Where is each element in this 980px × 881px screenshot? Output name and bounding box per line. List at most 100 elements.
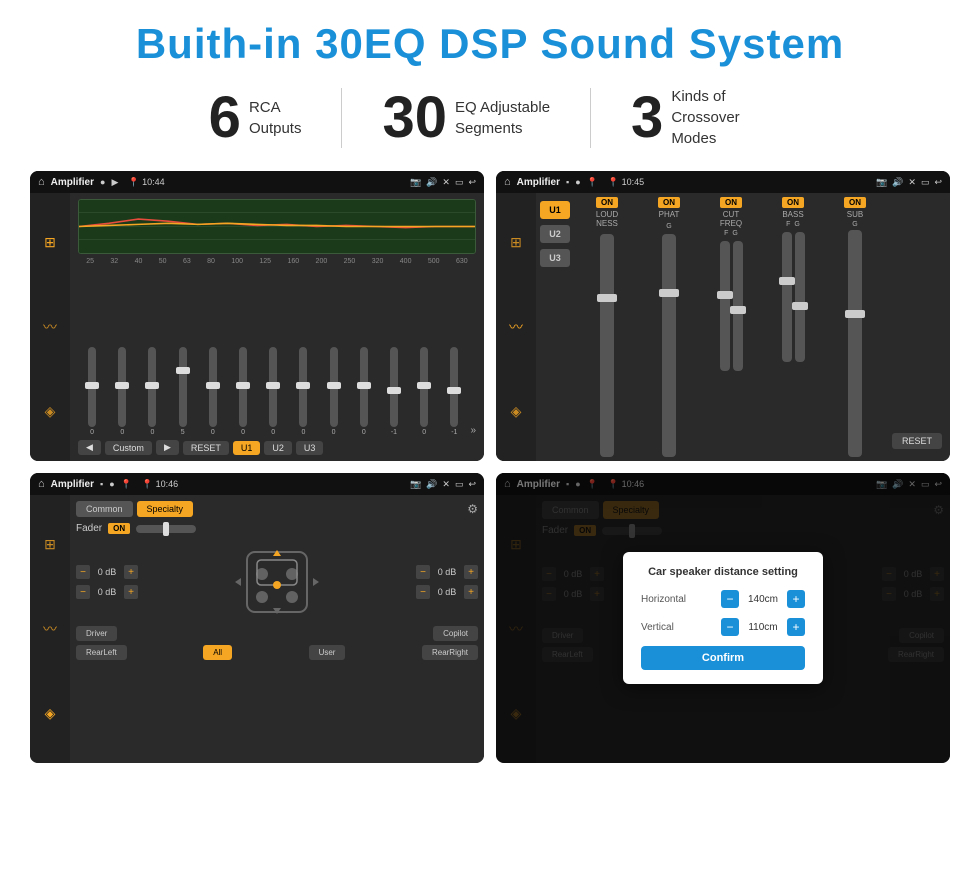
u3-select-btn[interactable]: U3	[540, 249, 570, 267]
screen2-speaker-icon[interactable]: ◈	[511, 403, 522, 420]
screen3-speaker-icon[interactable]: ◈	[45, 705, 56, 722]
screen2-close-icon[interactable]: ✕	[908, 177, 916, 188]
common-tab[interactable]: Common	[76, 501, 133, 517]
vertical-plus-btn[interactable]: +	[787, 618, 805, 636]
bass-thumb-g[interactable]	[792, 302, 808, 310]
vol-rl-plus[interactable]: +	[124, 585, 138, 599]
vol-fr-plus[interactable]: +	[464, 565, 478, 579]
cutfreq-slider-f[interactable]	[720, 241, 730, 371]
eq-track-3[interactable]	[179, 347, 187, 427]
bass-thumb-f[interactable]	[779, 277, 795, 285]
rearright-btn[interactable]: RearRight	[422, 645, 478, 660]
eq-track-2[interactable]	[148, 347, 156, 427]
screen3-window-icon[interactable]: ▭	[455, 479, 464, 490]
u1-button[interactable]: U1	[233, 441, 261, 455]
eq-track-8[interactable]	[330, 347, 338, 427]
home-icon[interactable]: ⌂	[38, 176, 45, 188]
bass-slider-g[interactable]	[795, 232, 805, 362]
ch-bass-toggle[interactable]: ON	[782, 197, 804, 208]
eq-track-10[interactable]	[390, 347, 398, 427]
sub-slider[interactable]	[848, 230, 862, 457]
close-icon[interactable]: ✕	[442, 177, 450, 188]
eq-track-12[interactable]	[450, 347, 458, 427]
u2-select-btn[interactable]: U2	[540, 225, 570, 243]
screen3-close-icon[interactable]: ✕	[442, 479, 450, 490]
eq-track-7[interactable]	[299, 347, 307, 427]
eq-thumb-0[interactable]	[85, 382, 99, 389]
screen3-eq-icon[interactable]: ⊞	[44, 536, 56, 553]
volume-icon[interactable]: 🔊	[426, 177, 437, 188]
screen2-camera-icon[interactable]: 📷	[876, 177, 887, 188]
eq-thumb-12[interactable]	[447, 387, 461, 394]
confirm-button[interactable]: Confirm	[641, 646, 805, 670]
eq-thumb-8[interactable]	[327, 382, 341, 389]
eq-thumb-6[interactable]	[266, 382, 280, 389]
eq-thumb-10[interactable]	[387, 387, 401, 394]
more-icon[interactable]: »	[470, 425, 476, 436]
screen3-volume-icon[interactable]: 🔊	[426, 479, 437, 490]
u1-select-btn[interactable]: U1	[540, 201, 570, 219]
vol-rr-plus[interactable]: +	[464, 585, 478, 599]
next-preset-button[interactable]: ▶	[156, 440, 179, 455]
vol-rl-minus[interactable]: −	[76, 585, 90, 599]
fader-thumb[interactable]	[163, 522, 169, 536]
screen3-home-icon[interactable]: ⌂	[38, 478, 45, 490]
ch-sub-toggle[interactable]: ON	[844, 197, 866, 208]
settings-icon[interactable]: ⚙	[467, 502, 478, 516]
u3-button[interactable]: U3	[296, 441, 324, 455]
eq-track-6[interactable]	[269, 347, 277, 427]
horizontal-minus-btn[interactable]: −	[721, 590, 739, 608]
ch-loudness-toggle[interactable]: ON	[596, 197, 618, 208]
sub-thumb[interactable]	[845, 310, 865, 318]
eq-thumb-11[interactable]	[417, 382, 431, 389]
screen2-volume-icon[interactable]: 🔊	[892, 177, 903, 188]
vol-fl-minus[interactable]: −	[76, 565, 90, 579]
u2-button[interactable]: U2	[264, 441, 292, 455]
screen3-back-icon[interactable]: ↩	[468, 479, 476, 490]
vol-rr-minus[interactable]: −	[416, 585, 430, 599]
ch-phat-toggle[interactable]: ON	[658, 197, 680, 208]
screen2-window-icon[interactable]: ▭	[921, 177, 930, 188]
eq-sliders-icon[interactable]: ⊞	[44, 234, 56, 251]
loudness-slider[interactable]	[600, 234, 614, 457]
vol-fr-minus[interactable]: −	[416, 565, 430, 579]
eq-track-11[interactable]	[420, 347, 428, 427]
speaker-icon[interactable]: ◈	[45, 403, 56, 420]
eq-track-4[interactable]	[209, 347, 217, 427]
bass-slider-f[interactable]	[782, 232, 792, 362]
rearleft-btn[interactable]: RearLeft	[76, 645, 127, 660]
vol-fl-plus[interactable]: +	[124, 565, 138, 579]
preset-label-button[interactable]: Custom	[105, 441, 152, 455]
fader-slider[interactable]	[136, 525, 196, 533]
eq-thumb-2[interactable]	[145, 382, 159, 389]
eq-track-0[interactable]	[88, 347, 96, 427]
eq-track-1[interactable]	[118, 347, 126, 427]
reset-button[interactable]: RESET	[183, 441, 229, 455]
eq-thumb-1[interactable]	[115, 382, 129, 389]
window-icon[interactable]: ▭	[455, 177, 464, 188]
screen2-wave-icon[interactable]: 〰	[509, 317, 523, 337]
copilot-btn[interactable]: Copilot	[433, 626, 478, 641]
eq-track-5[interactable]	[239, 347, 247, 427]
screen3-wave-icon[interactable]: 〰	[43, 619, 57, 639]
driver-btn[interactable]: Driver	[76, 626, 117, 641]
eq-track-9[interactable]	[360, 347, 368, 427]
phat-thumb[interactable]	[659, 289, 679, 297]
horizontal-plus-btn[interactable]: +	[787, 590, 805, 608]
eq-thumb-7[interactable]	[296, 382, 310, 389]
camera-icon[interactable]: 📷	[410, 177, 421, 188]
prev-preset-button[interactable]: ◀	[78, 440, 101, 455]
user-btn[interactable]: User	[309, 645, 346, 660]
phat-slider[interactable]	[662, 234, 676, 457]
cutfreq-slider-g[interactable]	[733, 241, 743, 371]
cutfreq-thumb-f[interactable]	[717, 291, 733, 299]
back-icon[interactable]: ↩	[468, 177, 476, 188]
all-btn[interactable]: All	[203, 645, 232, 660]
waveform-icon[interactable]: 〰	[43, 317, 57, 337]
eq-thumb-3[interactable]	[176, 367, 190, 374]
screen2-back-icon[interactable]: ↩	[934, 177, 942, 188]
fader-on-badge[interactable]: ON	[108, 523, 130, 534]
eq-thumb-5[interactable]	[236, 382, 250, 389]
screen3-camera-icon[interactable]: 📷	[410, 479, 421, 490]
loudness-thumb[interactable]	[597, 294, 617, 302]
